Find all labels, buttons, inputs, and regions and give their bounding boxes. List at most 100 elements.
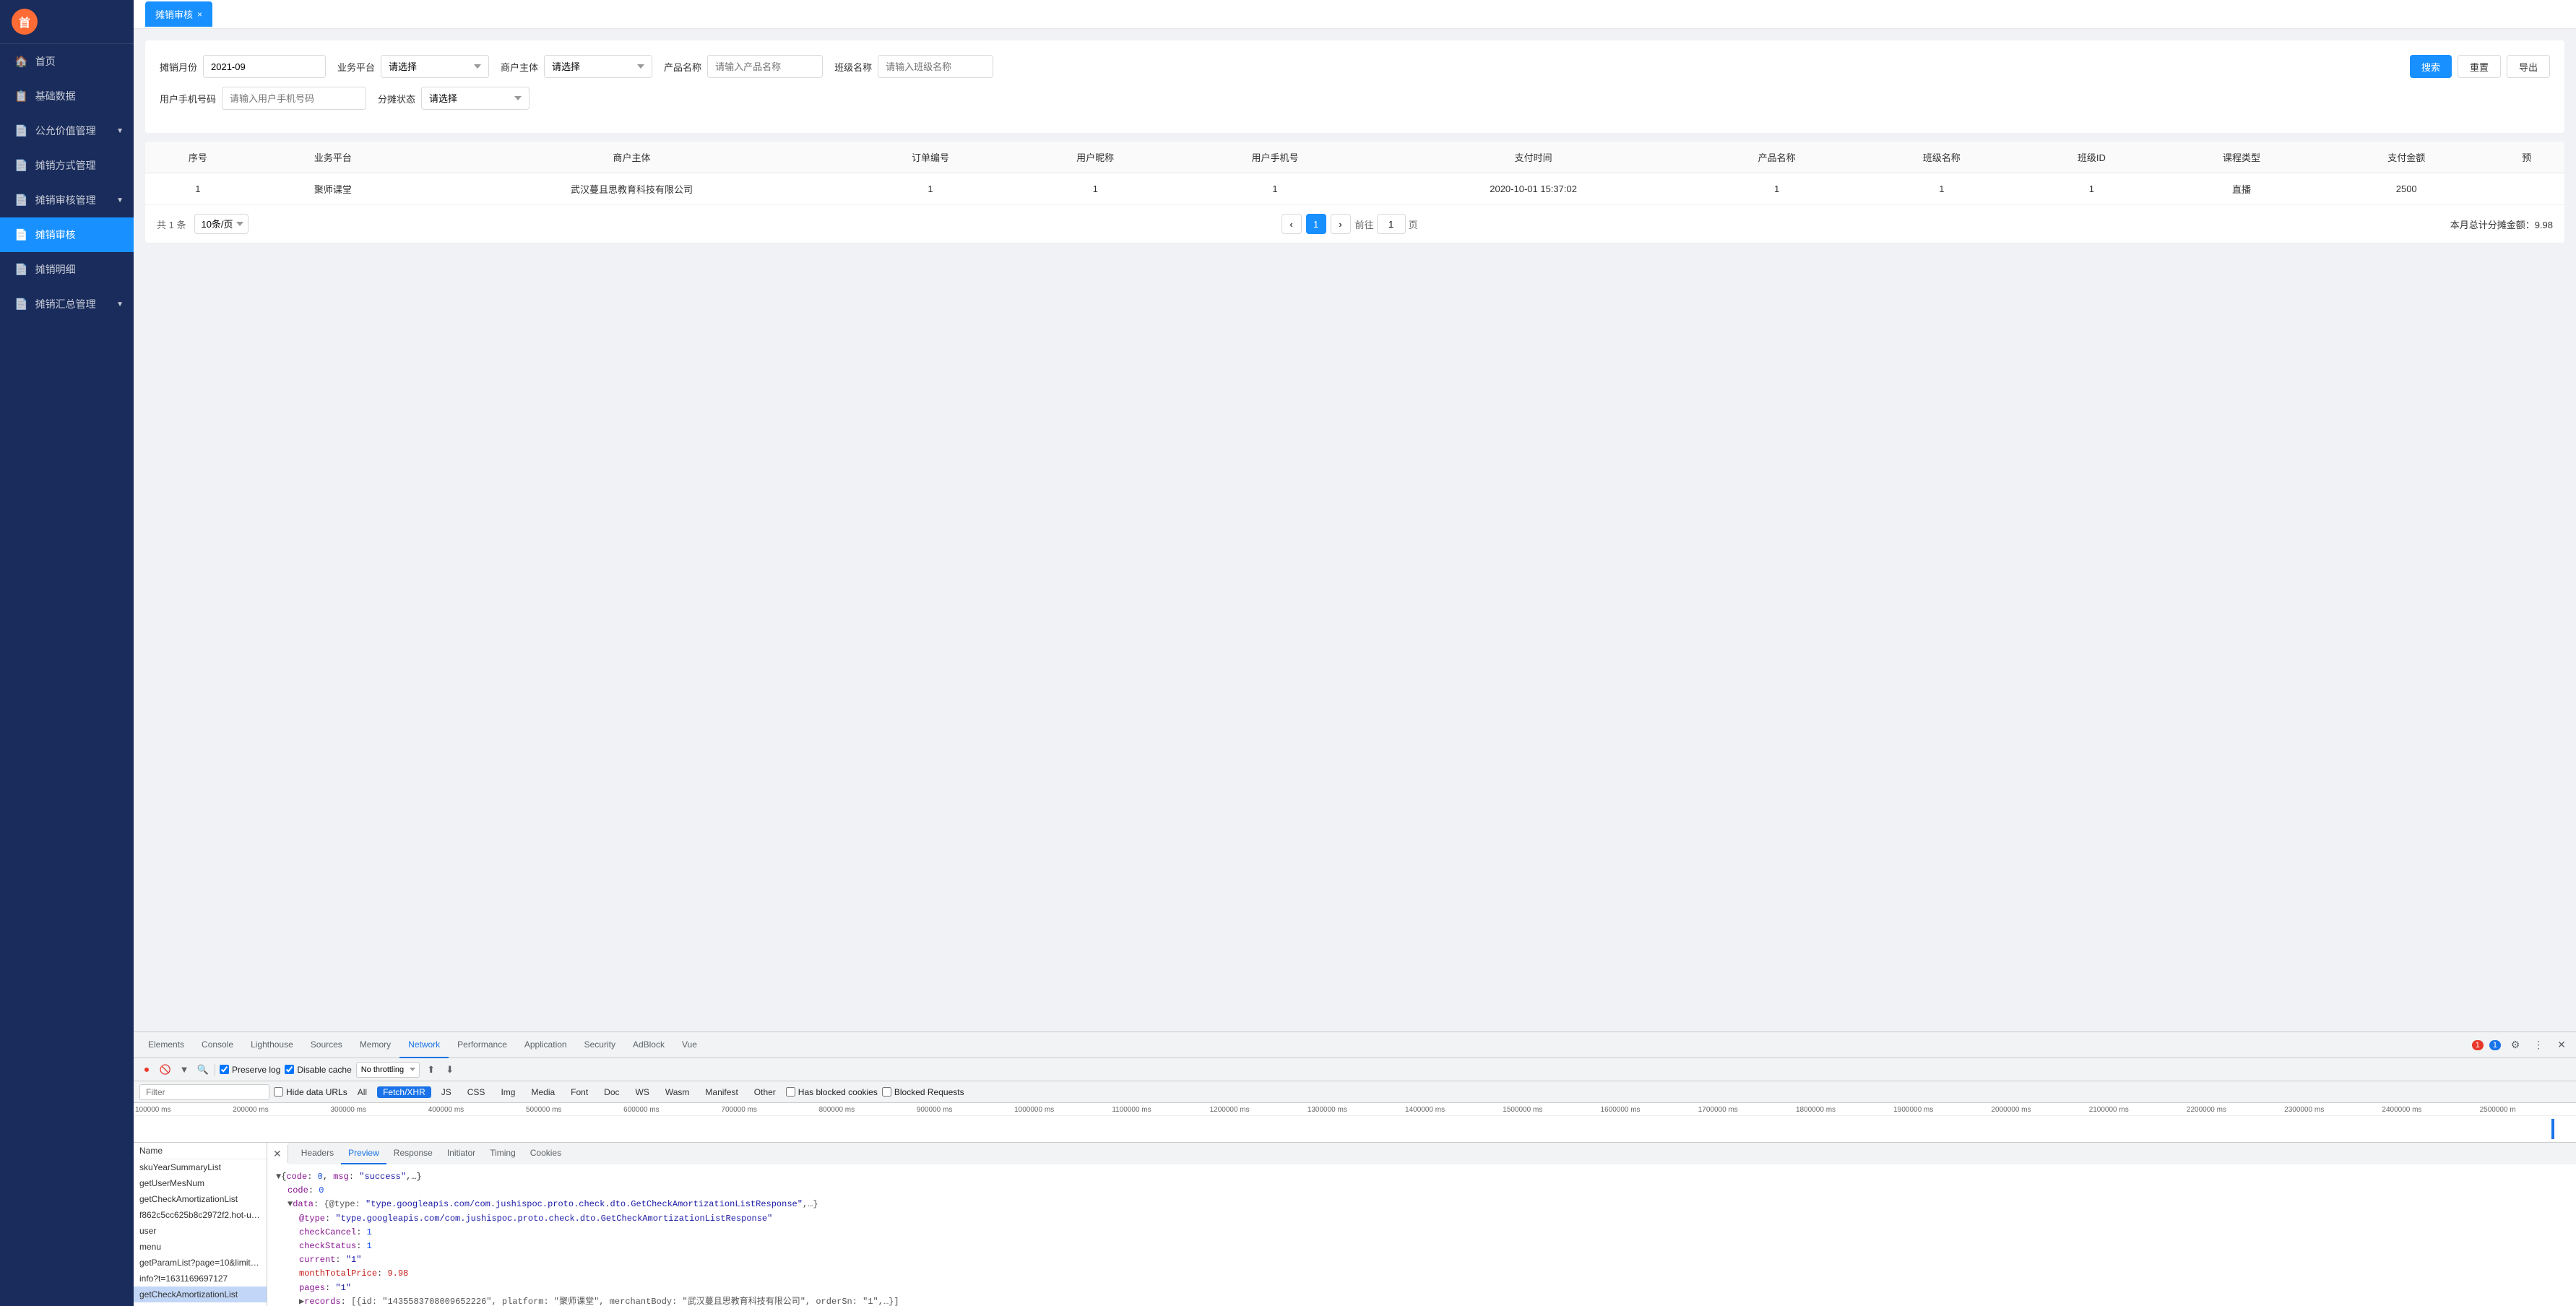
request-item-7[interactable]: getParamList?page=10&limit=-1 [134, 1255, 267, 1271]
detail-tab-headers[interactable]: Headers [294, 1143, 341, 1164]
goto-prefix: 前往 [1355, 217, 1374, 231]
devtools-tab-lighthouse[interactable]: Lighthouse [242, 1032, 302, 1058]
request-item-4[interactable]: f862c5cc625b8c2972f2.hot-up... [134, 1207, 267, 1223]
devtools-dock-button[interactable]: ⋮ [2530, 1037, 2547, 1054]
phone-input[interactable] [222, 87, 366, 110]
sidebar-item-split-audit[interactable]: 📄 摊销审核 [0, 217, 134, 252]
disable-cache-checkbox[interactable] [285, 1065, 294, 1074]
filter-toggle-button[interactable]: ▼ [177, 1063, 191, 1077]
filter-media[interactable]: Media [525, 1086, 561, 1098]
request-item-9[interactable]: getCheckAmortizationList [134, 1286, 267, 1302]
prev-page-button[interactable]: ‹ [1281, 214, 1302, 234]
request-list: Name skuYearSummaryList getUserMesNum ge… [134, 1143, 267, 1306]
request-item-2[interactable]: getUserMesNum [134, 1175, 267, 1191]
devtools-tab-performance[interactable]: Performance [449, 1032, 516, 1058]
disable-cache-label[interactable]: Disable cache [285, 1065, 351, 1075]
product-filter: 产品名称 [664, 55, 823, 78]
class-input[interactable] [878, 55, 993, 78]
devtools-right-actions: 1 1 ⚙ ⋮ ✕ [2472, 1037, 2570, 1054]
devtools-tab-application[interactable]: Application [516, 1032, 576, 1058]
sidebar-item-split-summary[interactable]: 📄 摊销汇总管理 [0, 287, 134, 321]
filter-font[interactable]: Font [565, 1086, 594, 1098]
json-current: current: "1" [276, 1253, 2567, 1267]
month-input[interactable] [203, 55, 326, 78]
hide-data-urls-checkbox[interactable] [274, 1087, 283, 1097]
sidebar-item-base-data[interactable]: 📋 基础数据 [0, 79, 134, 113]
detail-tab-cookies[interactable]: Cookies [523, 1143, 569, 1164]
filter-ws[interactable]: WS [630, 1086, 655, 1098]
detail-panel: ✕ Headers Preview Response Initiator Tim… [267, 1143, 2576, 1306]
platform-filter: 业务平台 请选择 [337, 55, 489, 78]
filter-js[interactable]: JS [436, 1086, 457, 1098]
request-item-8[interactable]: info?t=1631169697127 [134, 1271, 267, 1286]
throttling-select[interactable]: No throttling [356, 1062, 420, 1078]
detail-tabs: Headers Preview Response Initiator Timin… [288, 1143, 2576, 1164]
devtools-settings-button[interactable]: ⚙ [2507, 1037, 2524, 1054]
request-item-6[interactable]: menu [134, 1239, 267, 1255]
page-1-button[interactable]: 1 [1306, 214, 1326, 234]
blocked-requests-checkbox[interactable] [882, 1087, 891, 1097]
devtools-tab-adblock[interactable]: AdBlock [624, 1032, 673, 1058]
filter-manifest[interactable]: Manifest [699, 1086, 743, 1098]
detail-tab-preview[interactable]: Preview [341, 1143, 386, 1164]
request-item-1[interactable]: skuYearSummaryList [134, 1159, 267, 1175]
devtools-close-button[interactable]: ✕ [2553, 1037, 2570, 1054]
request-list-header: Name [134, 1143, 267, 1159]
product-input[interactable] [707, 55, 823, 78]
platform-select[interactable]: 请选择 [381, 55, 489, 78]
search-button[interactable]: 🔍 [196, 1063, 210, 1077]
preserve-log-label[interactable]: Preserve log [220, 1065, 280, 1075]
network-filter-input[interactable] [139, 1084, 269, 1100]
clear-button[interactable]: 🚫 [158, 1063, 173, 1077]
devtools-tab-network[interactable]: Network [399, 1032, 449, 1058]
json-type: @type: "type.googleapis.com/com.jushispo… [276, 1212, 2567, 1226]
devtools-tab-vue[interactable]: Vue [673, 1032, 706, 1058]
next-page-button[interactable]: › [1331, 214, 1351, 234]
record-button[interactable]: ⏺ [139, 1063, 154, 1077]
tab-close-button[interactable]: × [197, 9, 202, 20]
devtools-tab-memory[interactable]: Memory [351, 1032, 399, 1058]
request-item-10[interactable]: getUserMesNum [134, 1302, 267, 1306]
devtools-tab-sources[interactable]: Sources [302, 1032, 351, 1058]
detail-tab-response[interactable]: Response [386, 1143, 440, 1164]
page-size-select[interactable]: 10条/页 20条/页 50条/页 [194, 214, 248, 234]
devtools-tab-security[interactable]: Security [576, 1032, 624, 1058]
request-item-5[interactable]: user [134, 1223, 267, 1239]
sidebar-item-mileage[interactable]: 📄 公允价值管理 [0, 113, 134, 148]
filter-all[interactable]: All [352, 1086, 373, 1098]
devtools-tab-console[interactable]: Console [193, 1032, 242, 1058]
filter-other[interactable]: Other [748, 1086, 782, 1098]
sidebar-item-split-method[interactable]: 📄 摊销方式管理 [0, 148, 134, 183]
search-button[interactable]: 搜索 [2410, 55, 2452, 78]
has-blocked-cookies-label[interactable]: Has blocked cookies [786, 1087, 878, 1097]
close-detail-button[interactable]: ✕ [267, 1145, 288, 1163]
hide-data-urls-label[interactable]: Hide data URLs [274, 1087, 347, 1097]
filter-img[interactable]: Img [495, 1086, 521, 1098]
json-checkStatus: checkStatus: 1 [276, 1240, 2567, 1253]
filter-css[interactable]: CSS [462, 1086, 491, 1098]
filter-wasm[interactable]: Wasm [660, 1086, 696, 1098]
devtools-tab-elements[interactable]: Elements [139, 1032, 193, 1058]
sidebar-item-split-audit-mgmt[interactable]: 📄 摊销审核管理 [0, 183, 134, 217]
filter-fetch-xhr[interactable]: Fetch/XHR [377, 1086, 431, 1098]
request-item-3[interactable]: getCheckAmortizationList [134, 1191, 267, 1207]
sidebar-item-home[interactable]: 🏠 首页 [0, 44, 134, 79]
has-blocked-cookies-checkbox[interactable] [786, 1087, 795, 1097]
export-button[interactable]: ⬇ [443, 1063, 457, 1077]
preserve-log-checkbox[interactable] [220, 1065, 229, 1074]
merchant-label: 商户主体 [501, 60, 538, 74]
detail-tab-timing[interactable]: Timing [483, 1143, 523, 1164]
split-audit-tab[interactable]: 摊销审核 × [145, 1, 212, 27]
detail-tab-initiator[interactable]: Initiator [440, 1143, 483, 1164]
blocked-requests-label[interactable]: Blocked Requests [882, 1087, 964, 1097]
merchant-select[interactable]: 请选择 [544, 55, 652, 78]
filter-doc[interactable]: Doc [598, 1086, 625, 1098]
has-blocked-cookies-text: Has blocked cookies [798, 1087, 878, 1097]
col-class: 班级名称 [1859, 142, 2024, 173]
status-select[interactable]: 请选择 [421, 87, 530, 110]
goto-input[interactable] [1377, 214, 1406, 234]
export-button[interactable]: 导出 [2507, 55, 2550, 78]
sidebar-item-split-detail[interactable]: 📄 摊销明细 [0, 252, 134, 287]
reset-button[interactable]: 重置 [2458, 55, 2501, 78]
import-button[interactable]: ⬆ [424, 1063, 438, 1077]
